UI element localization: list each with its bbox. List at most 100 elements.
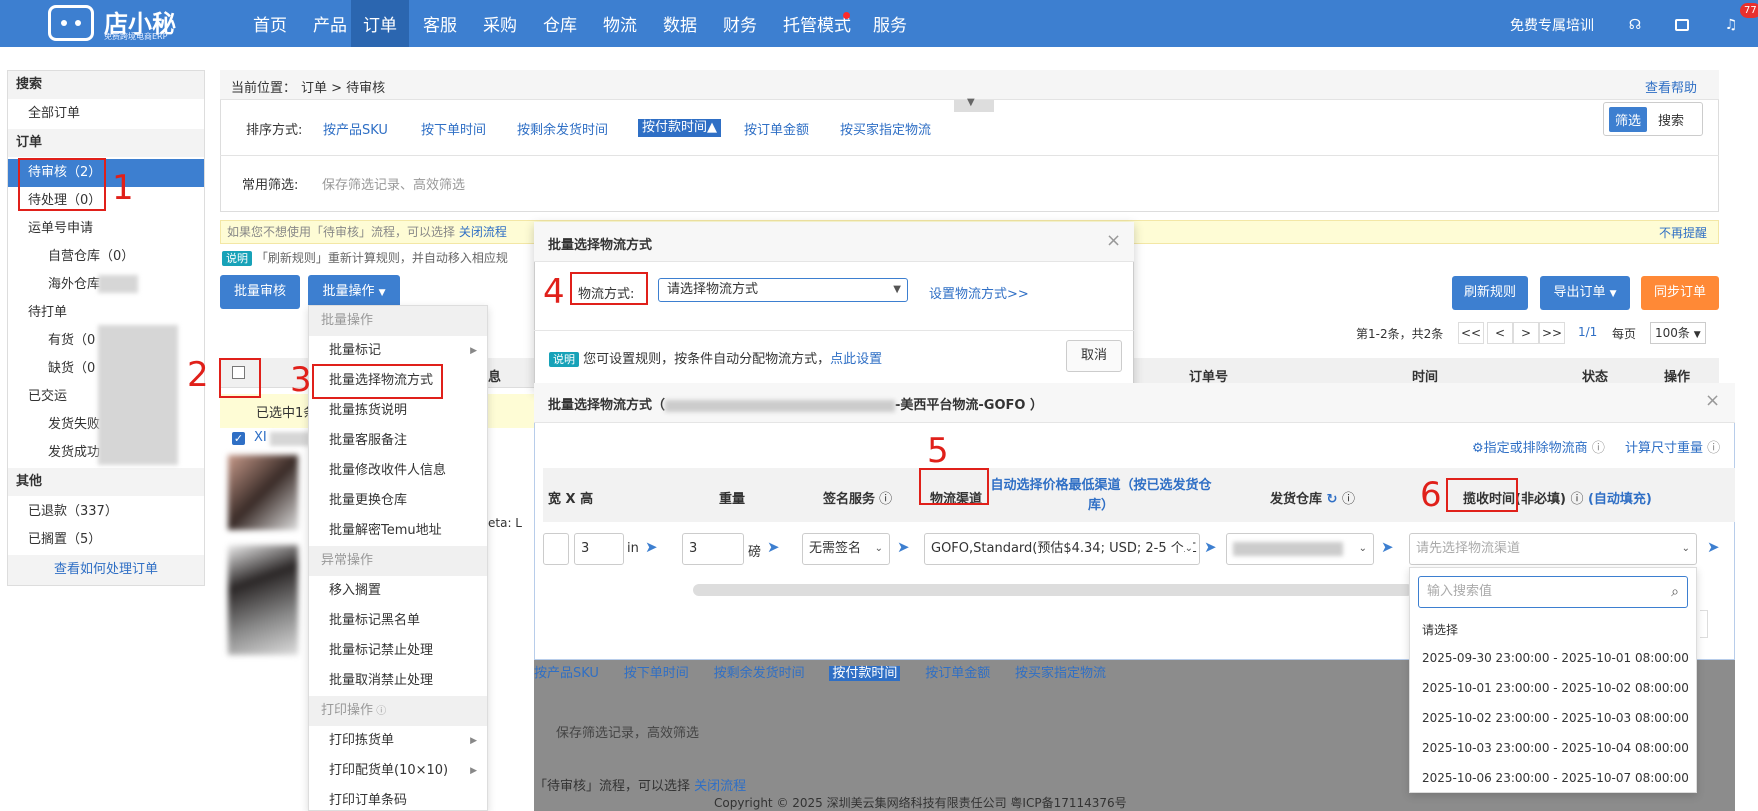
sidebar-section-orders: 订单 — [8, 129, 204, 157]
height-input[interactable]: 3 — [574, 533, 624, 565]
sort-remaining-time[interactable]: 按剩余发货时间 — [517, 119, 608, 138]
menu-blacklist[interactable]: 批量标记黑名单 — [309, 606, 487, 636]
breadcrumb-path[interactable]: 订单 > 待审核 — [301, 77, 385, 96]
apply-all-icon[interactable]: ➤ — [1381, 538, 1394, 556]
calc-size-link[interactable]: 计算尺寸重量 ⓘ — [1625, 437, 1720, 456]
apply-all-icon[interactable]: ➤ — [1707, 538, 1720, 556]
set-rule-link[interactable]: 点此设置 — [830, 352, 882, 367]
mode-filter-button[interactable]: 筛选 — [1609, 107, 1648, 132]
apply-all-icon[interactable]: ➤ — [897, 538, 910, 556]
headset-icon[interactable]: ☊ — [1627, 17, 1643, 33]
prev-page-button[interactable]: < — [1487, 322, 1513, 344]
close-icon[interactable]: × — [1705, 390, 1720, 411]
sort-order-time[interactable]: 按下单时间 — [421, 119, 486, 138]
batch-review-button[interactable]: 批量审核 — [220, 275, 300, 309]
logistics-select[interactable]: 请选择物流方式 ▼ — [658, 278, 908, 302]
weight-input[interactable]: 3 — [682, 533, 744, 565]
redacted-block — [665, 399, 896, 412]
pickup-option[interactable]: 2025-10-06 23:00:00 - 2025-10-07 08:00:0… — [1422, 771, 1689, 785]
sidebar-howto-link[interactable]: 查看如何处理订单 — [8, 555, 204, 585]
help-icon: ⓘ — [875, 492, 893, 507]
row-checkbox-checked[interactable]: ✓ — [232, 432, 245, 445]
pickup-select[interactable]: 请先选择物流渠道 ⌄ — [1409, 533, 1697, 565]
pickup-option[interactable]: 2025-10-01 23:00:00 - 2025-10-02 08:00:0… — [1422, 681, 1689, 695]
apply-all-icon[interactable]: ➤ — [1204, 538, 1217, 556]
nav-hosting[interactable]: 托管模式 — [771, 0, 863, 47]
horizontal-scrollbar[interactable] — [693, 584, 1413, 596]
sidebar-item-all-orders[interactable]: 全部订单 — [8, 100, 204, 128]
title-prefix: 批量选择物流方式（ — [548, 398, 666, 413]
sign-select[interactable]: 无需签名 ⌄ — [802, 533, 890, 565]
menu-batch-recipient[interactable]: 批量修改收件人信息 — [309, 456, 487, 486]
apply-all-icon[interactable]: ➤ — [767, 538, 780, 556]
sort-active-label: 按付款时间 — [642, 120, 708, 135]
close-flow-link[interactable]: 关闭流程 — [459, 225, 507, 239]
width-input[interactable] — [543, 533, 569, 565]
auto-fill-link[interactable]: (自动填充) — [1588, 492, 1652, 507]
nav-purchase[interactable]: 采购 — [471, 0, 529, 47]
pickup-option[interactable]: 2025-09-30 23:00:00 - 2025-10-01 08:00:0… — [1422, 651, 1689, 665]
menu-forbid[interactable]: 批量标记禁止处理 — [309, 636, 487, 666]
menu-move-hold[interactable]: 移入搁置 — [309, 576, 487, 606]
per-page-select[interactable]: 100条 ▼ — [1650, 322, 1706, 344]
nav-home[interactable]: 首页 — [241, 0, 299, 47]
first-page-button[interactable]: << — [1458, 322, 1484, 344]
auto-channel-link[interactable]: 自动选择价格最低渠道（按已选发货仓库） — [988, 476, 1214, 516]
menu-print-barcode[interactable]: 打印订单条码 — [309, 786, 487, 811]
next-page-button[interactable]: > — [1513, 322, 1539, 344]
sort-buyer-logistics[interactable]: 按买家指定物流 — [840, 119, 931, 138]
dismiss-link[interactable]: 不再提醒 — [1659, 224, 1707, 241]
nav-finance[interactable]: 财务 — [711, 0, 769, 47]
sidebar-item-refunded[interactable]: 已退款（337） — [8, 498, 204, 526]
menu-print-pick[interactable]: 打印拣货单 ▶ — [309, 726, 487, 756]
last-page-button[interactable]: >> — [1539, 322, 1565, 344]
sidebar-item-on-hold[interactable]: 已搁置（5） — [8, 526, 204, 554]
logistics-settings-link[interactable]: 设置物流方式>> — [929, 283, 1029, 302]
sidebar-section-search: 搜索 — [8, 71, 204, 99]
sidebar-item-self-warehouse[interactable]: 自营仓库（0） — [8, 243, 204, 271]
nav-services[interactable]: 服务 — [861, 0, 919, 47]
bell-icon[interactable]: ♫ — [1723, 17, 1739, 33]
collapse-toggle[interactable]: ▼ — [954, 97, 994, 112]
sidebar-item-waybill[interactable]: 运单号申请 — [8, 215, 204, 243]
sort-sku[interactable]: 按产品SKU — [323, 119, 388, 138]
menu-batch-warehouse[interactable]: 批量更换仓库 — [309, 486, 487, 516]
book-icon[interactable] — [1675, 19, 1689, 31]
menu-batch-cs-note[interactable]: 批量客服备注 — [309, 426, 487, 456]
nav-service[interactable]: 客服 — [411, 0, 469, 47]
sync-orders-button[interactable]: 同步订单 — [1641, 276, 1719, 310]
unit-in: in — [627, 541, 639, 556]
training-link[interactable]: 免费专属培训 — [1510, 0, 1594, 53]
refresh-rules-button[interactable]: 刷新规则 — [1452, 276, 1528, 310]
refresh-icon[interactable]: ↻ — [1327, 492, 1338, 507]
warehouse-select[interactable]: ⌄ — [1226, 533, 1374, 565]
pickup-option[interactable]: 2025-10-03 23:00:00 - 2025-10-04 08:00:0… — [1422, 741, 1689, 755]
close-icon[interactable]: × — [1106, 230, 1121, 251]
channel-select[interactable]: GOFO,Standard(预估$4.34; USD; 2-5 个工 ⌄ — [924, 533, 1200, 565]
carrier-filter-link[interactable]: ⚙指定或排除物流商 ⓘ — [1472, 437, 1605, 456]
batch-ops-button[interactable]: 批量操作 ▼ — [308, 275, 400, 309]
sidebar-item-pending-pick[interactable]: 待打单 — [8, 299, 204, 327]
product-thumbnail — [228, 545, 298, 655]
menu-unforbid[interactable]: 批量取消禁止处理 — [309, 666, 487, 696]
pickup-search-input[interactable]: 输入搜索值 ⌕ — [1418, 576, 1688, 608]
sort-amount[interactable]: 按订单金额 — [744, 119, 809, 138]
menu-print-packing[interactable]: 打印配货单(10×10) ▶ — [309, 756, 487, 786]
menu-batch-pick-note[interactable]: 批量拣货说明 — [309, 396, 487, 426]
pickup-option[interactable]: 请选择 — [1422, 621, 1458, 638]
filter-placeholder[interactable]: 保存筛选记录、高效筛选 — [322, 174, 465, 193]
nav-logistics[interactable]: 物流 — [591, 0, 649, 47]
row-order-link[interactable]: XI — [254, 430, 267, 445]
help-link[interactable]: 查看帮助 — [1645, 77, 1697, 96]
nav-orders[interactable]: 订单 — [351, 0, 409, 47]
nav-data[interactable]: 数据 — [651, 0, 709, 47]
cancel-button[interactable]: 取消 — [1066, 340, 1122, 372]
export-orders-button[interactable]: 导出订单 ▼ — [1540, 276, 1630, 310]
menu-batch-decrypt[interactable]: 批量解密Temu地址 — [309, 516, 487, 546]
nav-warehouse[interactable]: 仓库 — [531, 0, 589, 47]
sort-payment-time[interactable]: 按付款时间▲ — [638, 119, 722, 137]
apply-all-icon[interactable]: ➤ — [645, 538, 658, 556]
menu-batch-mark[interactable]: 批量标记 ▶ — [309, 336, 487, 366]
mode-search-button[interactable]: 搜索 — [1658, 110, 1684, 129]
pickup-option[interactable]: 2025-10-02 23:00:00 - 2025-10-03 08:00:0… — [1422, 711, 1689, 725]
